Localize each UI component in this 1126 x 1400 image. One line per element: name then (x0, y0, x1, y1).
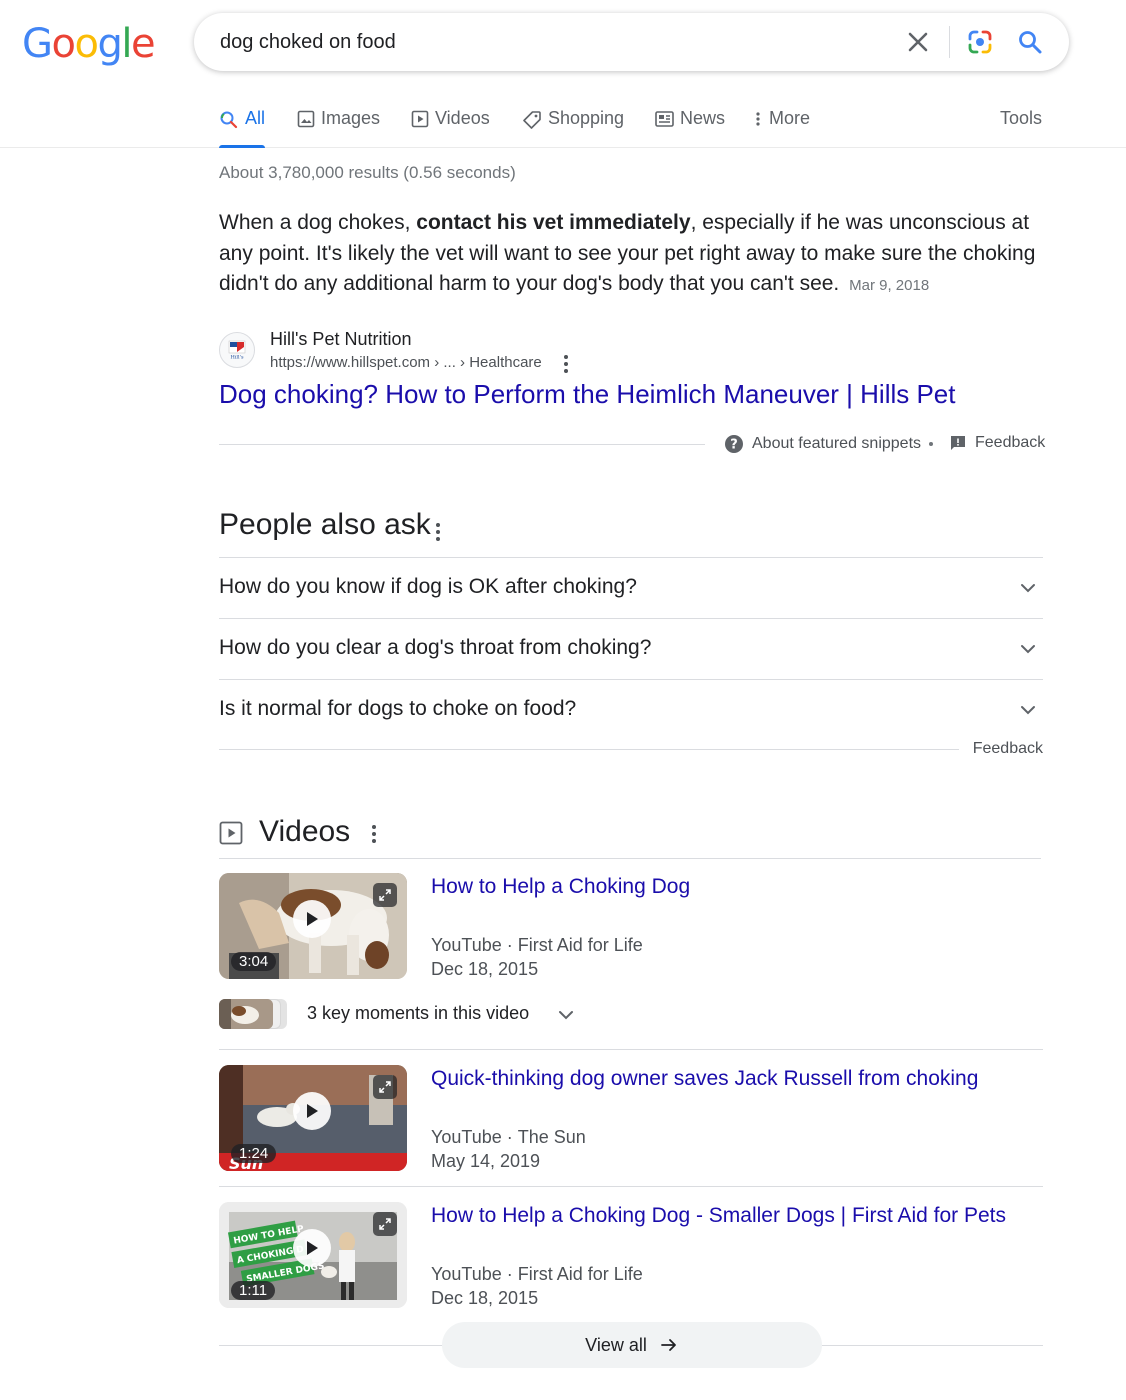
snippet-source[interactable]: Hill's Hill's Pet Nutrition https://www.… (219, 326, 819, 376)
chevron-down-icon (1021, 706, 1035, 715)
search-icon[interactable] (1016, 28, 1044, 56)
video-duration: 1:24 (231, 1144, 277, 1163)
feedback-icon (951, 436, 965, 450)
result-stats: About 3,780,000 results (0.56 seconds) (219, 163, 516, 182)
lens-icon[interactable] (966, 28, 994, 56)
video-result: 3:04 How to Help a Choking Dog YouTube · F… (219, 873, 1043, 983)
tab-videos[interactable]: Videos (411, 96, 490, 148)
about-featured-snippets[interactable]: ? About featured snippets (724, 434, 921, 454)
search-divider (949, 26, 950, 58)
paa-list: How do you know if dog is OK after choki… (219, 557, 1043, 740)
image-icon (297, 110, 315, 128)
tag-icon (523, 111, 541, 129)
video-meta: YouTube · First Aid for Life Dec 18, 2015 (431, 1264, 643, 1308)
news-icon (655, 111, 674, 127)
paa-title: People also ask (219, 508, 431, 541)
result-title-link[interactable]: Dog choking? How to Perform the Heimlich… (219, 379, 956, 410)
source-name: Hill's Pet Nutrition (270, 329, 412, 349)
snippet-feedback[interactable]: Feedback (949, 434, 1045, 452)
arrow-right-icon (660, 1339, 676, 1351)
video-icon (219, 821, 243, 845)
chevron-down-icon (559, 1011, 573, 1020)
source-url: https://www.hillspet.com › ... › Healthc… (270, 354, 542, 371)
separator-dot (929, 442, 933, 446)
svg-text:?: ? (730, 438, 738, 453)
video-duration: 3:04 (231, 952, 277, 971)
help-icon: ? (725, 435, 743, 453)
video-result: HOW TO HELP A CHOKING D SMALLER DOGS 1:1… (219, 1202, 1043, 1312)
search-input[interactable] (220, 13, 880, 71)
clear-icon[interactable] (904, 28, 932, 56)
view-all-button[interactable]: View all (442, 1322, 822, 1368)
video-duration: 1:11 (231, 1281, 276, 1300)
search-box (194, 13, 1069, 71)
tools-button[interactable]: Tools (1000, 108, 1042, 129)
play-icon (293, 1092, 331, 1130)
tab-news[interactable]: News (655, 96, 725, 148)
paa-options-icon[interactable] (432, 523, 444, 541)
video-title-link[interactable]: Quick-thinking dog owner saves Jack Russ… (431, 1067, 978, 1091)
tab-images[interactable]: Images (297, 96, 380, 148)
video-icon (411, 110, 429, 128)
expand-icon[interactable] (373, 1212, 397, 1236)
videos-options-icon[interactable] (368, 825, 380, 843)
videos-header: Videos (219, 813, 1041, 859)
video-meta: YouTube · The Sun May 14, 2019 (431, 1127, 586, 1171)
tab-all[interactable]: All (219, 96, 266, 148)
more-vert-icon (756, 112, 760, 126)
divider (219, 1049, 1043, 1050)
key-moments-toggle[interactable]: 3 key moments in this video (219, 997, 599, 1031)
video-thumbnail[interactable]: Sun 1:24 (219, 1065, 407, 1171)
video-thumbnail[interactable]: 3:04 (219, 873, 407, 979)
paa-question[interactable]: How do you know if dog is OK after choki… (219, 557, 1043, 618)
google-logo[interactable]: Google (22, 22, 156, 66)
svg-text:Hill's: Hill's (230, 355, 244, 361)
key-moments-thumbnails (219, 999, 289, 1029)
result-options-icon[interactable] (560, 355, 572, 373)
video-title-link[interactable]: How to Help a Choking Dog - Smaller Dogs… (431, 1204, 1006, 1228)
video-title-link[interactable]: How to Help a Choking Dog (431, 875, 690, 899)
play-icon (293, 1229, 331, 1267)
paa-footer: Feedback (219, 738, 1043, 762)
divider (219, 1186, 1043, 1187)
play-icon (293, 900, 331, 938)
video-result: Sun 1:24 Quick-thinking dog owner saves … (219, 1065, 1043, 1175)
snippet-footer: ? About featured snippets Feedback (219, 430, 1045, 460)
paa-feedback[interactable]: Feedback (973, 740, 1043, 758)
chevron-down-icon (1021, 584, 1035, 593)
search-tabs: All Images Videos Shopping News More Too… (0, 96, 1126, 148)
chevron-down-icon (1021, 645, 1035, 654)
snippet-date: Mar 9, 2018 (849, 277, 930, 294)
paa-question[interactable]: How do you clear a dog's throat from cho… (219, 618, 1043, 679)
tab-shopping[interactable]: Shopping (522, 96, 624, 148)
paa-question[interactable]: Is it normal for dogs to choke on food? (219, 679, 1043, 740)
hills-favicon: Hill's (219, 332, 255, 368)
search-icon (220, 111, 238, 129)
tab-more[interactable]: More (753, 96, 810, 148)
divider (219, 444, 705, 445)
featured-snippet-text: When a dog chokes, contact his vet immed… (219, 211, 1036, 295)
expand-icon[interactable] (373, 1075, 397, 1099)
divider (219, 749, 959, 750)
video-meta: YouTube · First Aid for Life Dec 18, 2015 (431, 935, 643, 979)
video-thumbnail[interactable]: HOW TO HELP A CHOKING D SMALLER DOGS 1:1… (219, 1202, 407, 1308)
expand-icon[interactable] (373, 883, 397, 907)
